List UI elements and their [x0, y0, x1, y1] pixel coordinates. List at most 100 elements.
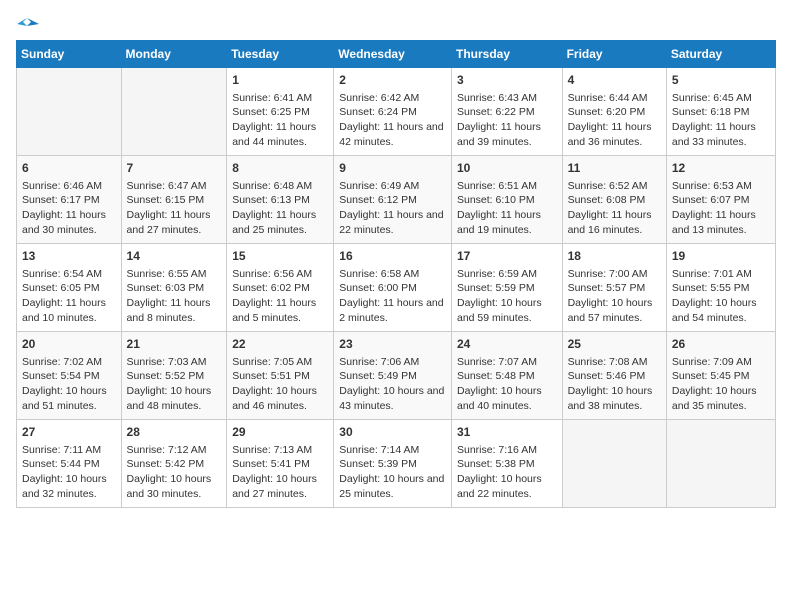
day-number: 12: [672, 160, 770, 177]
sunset-text: Sunset: 5:51 PM: [232, 370, 310, 382]
sunset-text: Sunset: 6:05 PM: [22, 282, 100, 294]
sunset-text: Sunset: 6:25 PM: [232, 106, 310, 118]
day-number: 29: [232, 424, 328, 441]
sunset-text: Sunset: 5:39 PM: [339, 458, 417, 470]
calendar-cell: [562, 420, 666, 508]
daylight-text: Daylight: 11 hours and 16 minutes.: [568, 209, 652, 236]
sunset-text: Sunset: 6:13 PM: [232, 194, 310, 206]
daylight-text: Daylight: 11 hours and 8 minutes.: [127, 297, 211, 324]
daylight-text: Daylight: 10 hours and 32 minutes.: [22, 473, 107, 500]
calendar-cell: 31Sunrise: 7:16 AMSunset: 5:38 PMDayligh…: [451, 420, 562, 508]
daylight-text: Daylight: 10 hours and 51 minutes.: [22, 385, 107, 412]
col-header-thursday: Thursday: [451, 41, 562, 68]
calendar-week-2: 6Sunrise: 6:46 AMSunset: 6:17 PMDaylight…: [17, 156, 776, 244]
day-number: 11: [568, 160, 661, 177]
daylight-text: Daylight: 10 hours and 25 minutes.: [339, 473, 444, 500]
daylight-text: Daylight: 10 hours and 48 minutes.: [127, 385, 212, 412]
calendar-week-1: 1 Sunrise: 6:41 AM Sunset: 6:25 PM Daylight…: [17, 68, 776, 156]
sunrise-text: Sunrise: 6:48 AM: [232, 180, 312, 192]
daylight-text: Daylight: 11 hours and 25 minutes.: [232, 209, 316, 236]
day-number: 16: [339, 248, 446, 265]
calendar-cell: 26Sunrise: 7:09 AMSunset: 5:45 PMDayligh…: [666, 332, 775, 420]
day-number: 3: [457, 72, 557, 89]
day-number: 10: [457, 160, 557, 177]
sunrise-text: Sunrise: 6:52 AM: [568, 180, 648, 192]
sunset-text: Sunset: 5:41 PM: [232, 458, 310, 470]
sunset-text: Sunset: 6:17 PM: [22, 194, 100, 206]
calendar-cell: 15Sunrise: 6:56 AMSunset: 6:02 PMDayligh…: [227, 244, 334, 332]
day-number: 5: [672, 72, 770, 89]
sunset-text: Sunset: 6:18 PM: [672, 106, 750, 118]
header: [16, 16, 776, 30]
day-number: 30: [339, 424, 446, 441]
sunset-text: Sunset: 6:22 PM: [457, 106, 535, 118]
sunset-text: Sunset: 6:24 PM: [339, 106, 417, 118]
sunrise-text: Sunrise: 7:11 AM: [22, 444, 101, 456]
sunset-text: Sunset: 5:57 PM: [568, 282, 646, 294]
day-number: 27: [22, 424, 116, 441]
sunrise-text: Sunrise: 6:58 AM: [339, 268, 419, 280]
daylight-text: Daylight: 10 hours and 54 minutes.: [672, 297, 757, 324]
sunset-text: Sunset: 6:08 PM: [568, 194, 646, 206]
calendar-week-3: 13Sunrise: 6:54 AMSunset: 6:05 PMDayligh…: [17, 244, 776, 332]
sunrise-text: Sunrise: 6:56 AM: [232, 268, 312, 280]
sunrise-text: Sunrise: 7:07 AM: [457, 356, 537, 368]
sunset-text: Sunset: 5:59 PM: [457, 282, 535, 294]
sunrise-text: Sunrise: 7:14 AM: [339, 444, 419, 456]
day-number: 2: [339, 72, 446, 89]
sunset-text: Sunset: 6:03 PM: [127, 282, 205, 294]
daylight-text: Daylight: 11 hours and 30 minutes.: [22, 209, 106, 236]
sunrise-text: Sunrise: 6:41 AM: [232, 92, 312, 104]
daylight-text: Daylight: 11 hours and 44 minutes.: [232, 121, 316, 148]
col-header-tuesday: Tuesday: [227, 41, 334, 68]
col-header-wednesday: Wednesday: [334, 41, 452, 68]
logo-bird-icon: [17, 16, 39, 34]
daylight-text: Daylight: 11 hours and 5 minutes.: [232, 297, 316, 324]
daylight-text: Daylight: 11 hours and 2 minutes.: [339, 297, 443, 324]
day-number: 24: [457, 336, 557, 353]
daylight-text: Daylight: 10 hours and 27 minutes.: [232, 473, 317, 500]
calendar-cell: 10Sunrise: 6:51 AMSunset: 6:10 PMDayligh…: [451, 156, 562, 244]
daylight-text: Daylight: 11 hours and 22 minutes.: [339, 209, 443, 236]
calendar-cell: [121, 68, 227, 156]
day-number: 1: [232, 72, 328, 89]
calendar-cell: 6Sunrise: 6:46 AMSunset: 6:17 PMDaylight…: [17, 156, 122, 244]
calendar-cell: 30 Sunrise: 7:14 AM Sunset: 5:39 PM Dayligh…: [334, 420, 452, 508]
calendar-cell: 21Sunrise: 7:03 AMSunset: 5:52 PMDayligh…: [121, 332, 227, 420]
day-number: 23: [339, 336, 446, 353]
sunrise-text: Sunrise: 6:51 AM: [457, 180, 537, 192]
sunrise-text: Sunrise: 7:16 AM: [457, 444, 537, 456]
calendar-cell: 29Sunrise: 7:13 AMSunset: 5:41 PMDayligh…: [227, 420, 334, 508]
day-number: 14: [127, 248, 222, 265]
day-number: 17: [457, 248, 557, 265]
sunset-text: Sunset: 5:52 PM: [127, 370, 205, 382]
calendar-cell: 16Sunrise: 6:58 AMSunset: 6:00 PMDayligh…: [334, 244, 452, 332]
calendar-cell: 18Sunrise: 7:00 AMSunset: 5:57 PMDayligh…: [562, 244, 666, 332]
daylight-text: Daylight: 10 hours and 57 minutes.: [568, 297, 653, 324]
sunrise-text: Sunrise: 7:08 AM: [568, 356, 648, 368]
calendar-cell: 24Sunrise: 7:07 AMSunset: 5:48 PMDayligh…: [451, 332, 562, 420]
calendar-cell: 28Sunrise: 7:12 AMSunset: 5:42 PMDayligh…: [121, 420, 227, 508]
sunrise-text: Sunrise: 6:53 AM: [672, 180, 752, 192]
calendar-cell: 27Sunrise: 7:11 AMSunset: 5:44 PMDayligh…: [17, 420, 122, 508]
calendar-cell: 22Sunrise: 7:05 AMSunset: 5:51 PMDayligh…: [227, 332, 334, 420]
sunrise-text: Sunrise: 7:01 AM: [672, 268, 752, 280]
calendar-cell: [17, 68, 122, 156]
sunrise-text: Sunrise: 6:55 AM: [127, 268, 207, 280]
daylight-text: Daylight: 10 hours and 35 minutes.: [672, 385, 757, 412]
calendar-week-4: 20Sunrise: 7:02 AMSunset: 5:54 PMDayligh…: [17, 332, 776, 420]
day-number: 31: [457, 424, 557, 441]
daylight-text: Daylight: 11 hours and 10 minutes.: [22, 297, 106, 324]
sunrise-text: Sunrise: 7:12 AM: [127, 444, 207, 456]
sunset-text: Sunset: 6:07 PM: [672, 194, 750, 206]
sunset-text: Sunset: 6:20 PM: [568, 106, 646, 118]
sunrise-text: Sunrise: 7:03 AM: [127, 356, 207, 368]
calendar-cell: 25Sunrise: 7:08 AMSunset: 5:46 PMDayligh…: [562, 332, 666, 420]
calendar-cell: 12Sunrise: 6:53 AMSunset: 6:07 PMDayligh…: [666, 156, 775, 244]
day-number: 22: [232, 336, 328, 353]
calendar-cell: 4Sunrise: 6:44 AMSunset: 6:20 PMDaylight…: [562, 68, 666, 156]
calendar-cell: 9Sunrise: 6:49 AMSunset: 6:12 PMDaylight…: [334, 156, 452, 244]
day-number: 19: [672, 248, 770, 265]
calendar-cell: 7Sunrise: 6:47 AMSunset: 6:15 PMDaylight…: [121, 156, 227, 244]
sunrise-text: Sunrise: 6:54 AM: [22, 268, 102, 280]
